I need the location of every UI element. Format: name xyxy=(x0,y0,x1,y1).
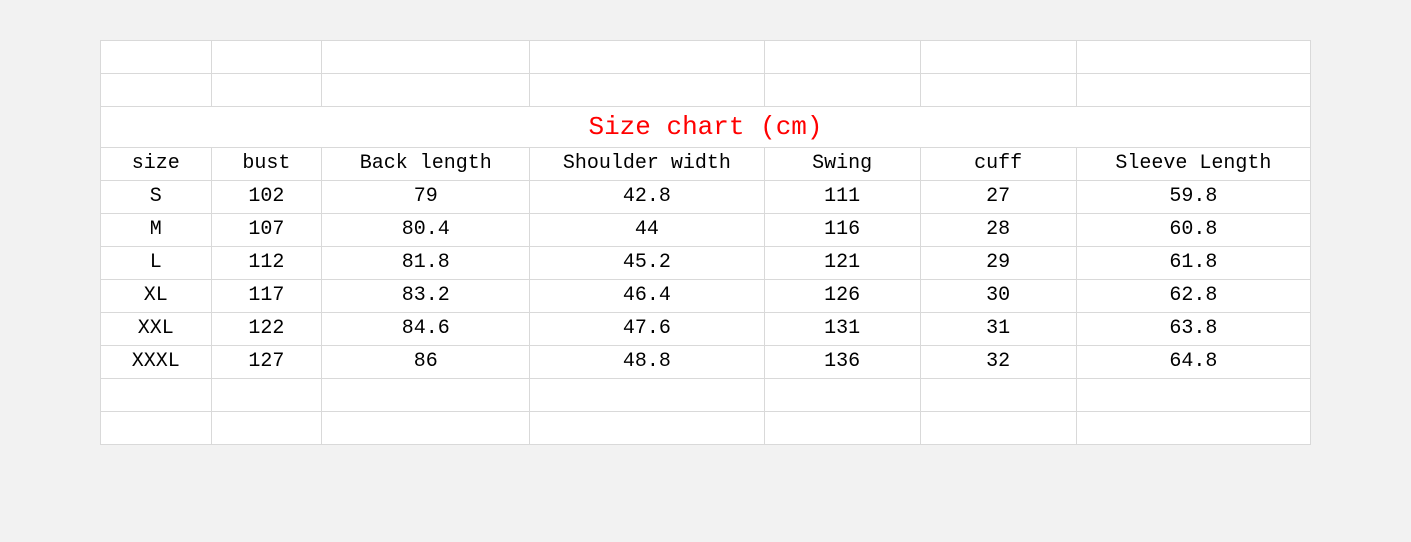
cell-sleeve-length: 60.8 xyxy=(1076,214,1310,247)
table-row: XXXL 127 86 48.8 136 32 64.8 xyxy=(101,346,1311,379)
blank-cell xyxy=(530,74,764,107)
cell-back-length: 86 xyxy=(322,346,530,379)
blank-cell xyxy=(101,41,212,74)
cell-size: XXL xyxy=(101,313,212,346)
cell-back-length: 83.2 xyxy=(322,280,530,313)
table-row: M 107 80.4 44 116 28 60.8 xyxy=(101,214,1311,247)
cell-swing: 126 xyxy=(764,280,920,313)
blank-cell xyxy=(1076,74,1310,107)
cell-sleeve-length: 63.8 xyxy=(1076,313,1310,346)
cell-cuff: 28 xyxy=(920,214,1076,247)
blank-row xyxy=(101,379,1311,412)
header-row: size bust Back length Shoulder width Swi… xyxy=(101,148,1311,181)
blank-cell xyxy=(920,41,1076,74)
col-header-bust: bust xyxy=(211,148,322,181)
col-header-back-length: Back length xyxy=(322,148,530,181)
cell-bust: 117 xyxy=(211,280,322,313)
cell-shoulder-width: 48.8 xyxy=(530,346,764,379)
cell-cuff: 29 xyxy=(920,247,1076,280)
table-row: XXL 122 84.6 47.6 131 31 63.8 xyxy=(101,313,1311,346)
title-row: Size chart (cm) xyxy=(101,107,1311,148)
cell-sleeve-length: 59.8 xyxy=(1076,181,1310,214)
blank-cell xyxy=(101,412,212,445)
blank-cell xyxy=(530,412,764,445)
cell-swing: 121 xyxy=(764,247,920,280)
col-header-size: size xyxy=(101,148,212,181)
col-header-swing: Swing xyxy=(764,148,920,181)
blank-cell xyxy=(764,412,920,445)
blank-cell xyxy=(101,74,212,107)
size-chart-table: Size chart (cm) size bust Back length Sh… xyxy=(100,40,1311,445)
table-row: S 102 79 42.8 111 27 59.8 xyxy=(101,181,1311,214)
blank-cell xyxy=(1076,379,1310,412)
blank-cell xyxy=(920,74,1076,107)
blank-cell xyxy=(322,41,530,74)
cell-back-length: 81.8 xyxy=(322,247,530,280)
blank-cell xyxy=(530,379,764,412)
cell-swing: 111 xyxy=(764,181,920,214)
cell-sleeve-length: 61.8 xyxy=(1076,247,1310,280)
cell-size: S xyxy=(101,181,212,214)
blank-cell xyxy=(920,379,1076,412)
cell-bust: 102 xyxy=(211,181,322,214)
blank-cell xyxy=(322,74,530,107)
cell-sleeve-length: 62.8 xyxy=(1076,280,1310,313)
spreadsheet-page: Size chart (cm) size bust Back length Sh… xyxy=(0,0,1411,542)
chart-title: Size chart (cm) xyxy=(101,107,1311,148)
col-header-cuff: cuff xyxy=(920,148,1076,181)
blank-cell xyxy=(530,41,764,74)
cell-back-length: 80.4 xyxy=(322,214,530,247)
cell-bust: 107 xyxy=(211,214,322,247)
cell-back-length: 79 xyxy=(322,181,530,214)
cell-shoulder-width: 46.4 xyxy=(530,280,764,313)
cell-bust: 122 xyxy=(211,313,322,346)
blank-cell xyxy=(764,74,920,107)
cell-cuff: 32 xyxy=(920,346,1076,379)
blank-row xyxy=(101,74,1311,107)
cell-cuff: 31 xyxy=(920,313,1076,346)
blank-cell xyxy=(211,379,322,412)
cell-swing: 116 xyxy=(764,214,920,247)
cell-swing: 131 xyxy=(764,313,920,346)
cell-shoulder-width: 42.8 xyxy=(530,181,764,214)
blank-cell xyxy=(322,379,530,412)
blank-cell xyxy=(1076,412,1310,445)
blank-cell xyxy=(1076,41,1310,74)
blank-cell xyxy=(211,41,322,74)
table-row: XL 117 83.2 46.4 126 30 62.8 xyxy=(101,280,1311,313)
cell-size: L xyxy=(101,247,212,280)
cell-shoulder-width: 44 xyxy=(530,214,764,247)
cell-shoulder-width: 47.6 xyxy=(530,313,764,346)
cell-size: XXXL xyxy=(101,346,212,379)
blank-cell xyxy=(764,41,920,74)
cell-cuff: 30 xyxy=(920,280,1076,313)
blank-cell xyxy=(211,74,322,107)
cell-shoulder-width: 45.2 xyxy=(530,247,764,280)
cell-bust: 112 xyxy=(211,247,322,280)
blank-cell xyxy=(920,412,1076,445)
col-header-sleeve-length: Sleeve Length xyxy=(1076,148,1310,181)
blank-cell xyxy=(764,379,920,412)
cell-bust: 127 xyxy=(211,346,322,379)
blank-cell xyxy=(322,412,530,445)
cell-sleeve-length: 64.8 xyxy=(1076,346,1310,379)
table-row: L 112 81.8 45.2 121 29 61.8 xyxy=(101,247,1311,280)
cell-size: XL xyxy=(101,280,212,313)
blank-row xyxy=(101,41,1311,74)
blank-row xyxy=(101,412,1311,445)
col-header-shoulder-width: Shoulder width xyxy=(530,148,764,181)
cell-swing: 136 xyxy=(764,346,920,379)
cell-size: M xyxy=(101,214,212,247)
blank-cell xyxy=(101,379,212,412)
blank-cell xyxy=(211,412,322,445)
cell-back-length: 84.6 xyxy=(322,313,530,346)
cell-cuff: 27 xyxy=(920,181,1076,214)
